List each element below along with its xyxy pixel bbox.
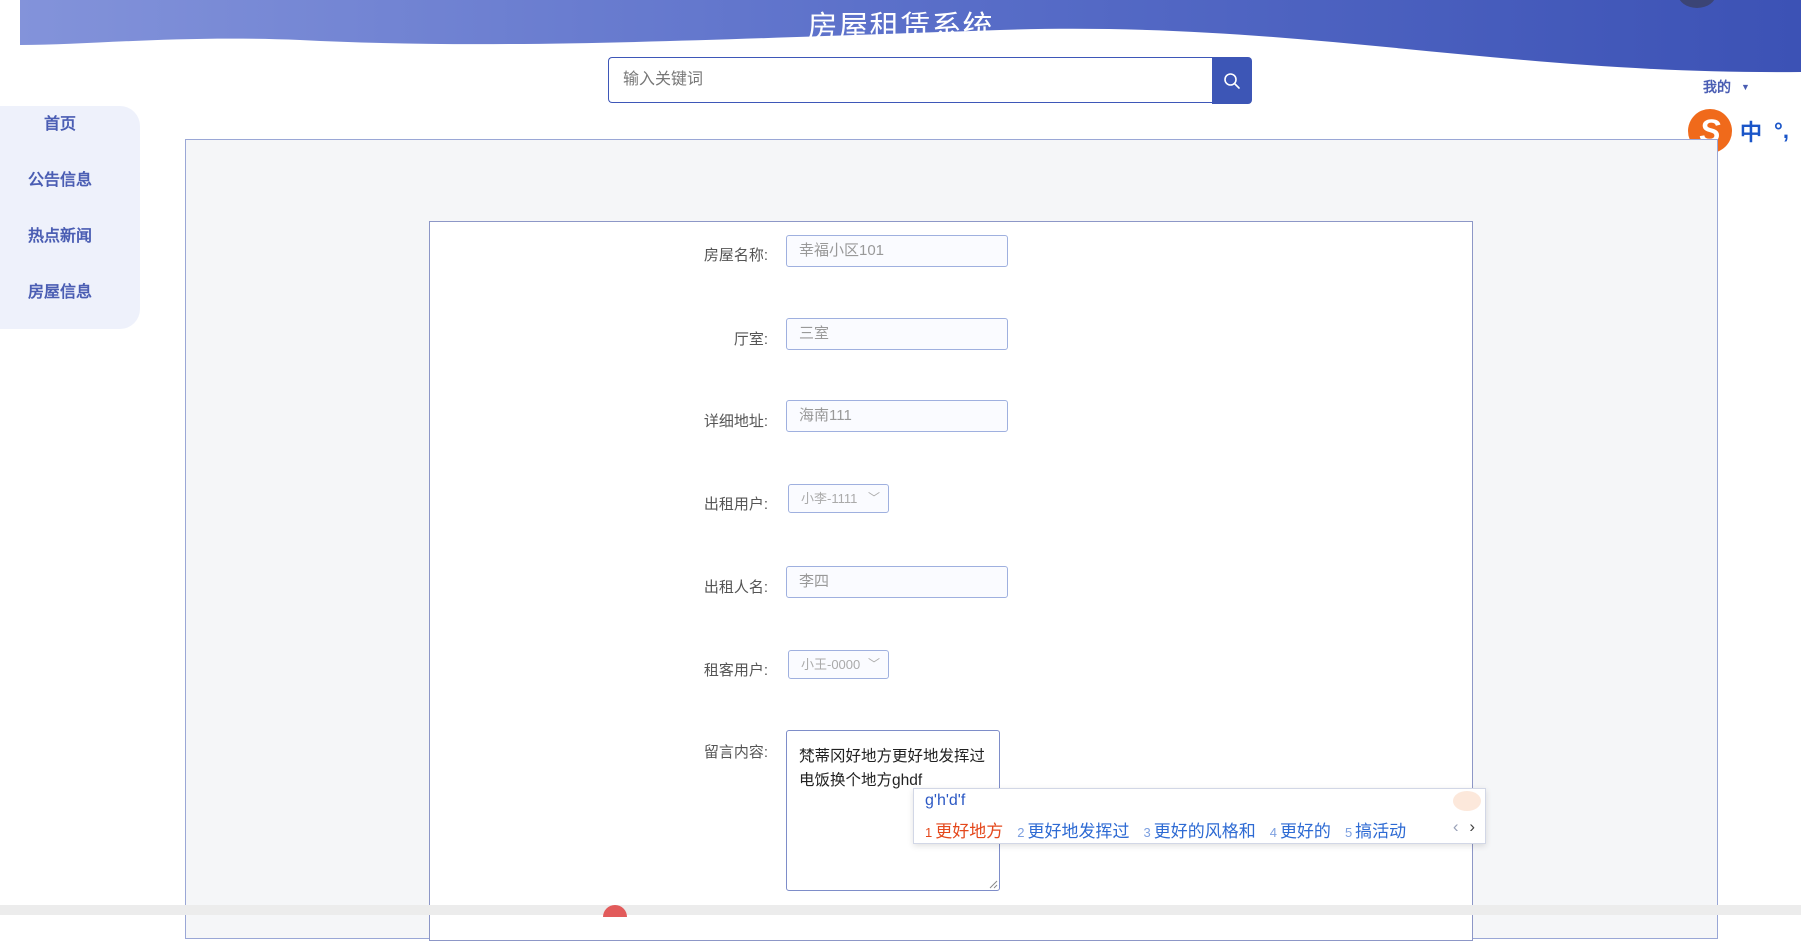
- message-text: 梵蒂冈好地方更好地发挥过电饭换个地方ghdf: [799, 748, 986, 789]
- tenant-user-label: 租客用户:: [703, 662, 768, 679]
- address-label: 详细地址:: [703, 413, 768, 430]
- landlord-user-label: 出租用户:: [703, 496, 768, 513]
- sidebar-item-news[interactable]: 热点新闻: [0, 222, 120, 246]
- ime-candidate[interactable]: 5 搞活动: [1345, 817, 1406, 842]
- ime-mode-indicator[interactable]: 中: [1740, 115, 1762, 147]
- sidebar-item-houses[interactable]: 房屋信息: [0, 278, 120, 302]
- rooms-field[interactable]: 三室: [786, 318, 1008, 350]
- ime-candidate[interactable]: 2 更好地发挥过: [1017, 817, 1129, 842]
- landlord-name-label: 出租人名:: [703, 579, 768, 596]
- message-label: 留言内容:: [703, 744, 768, 761]
- ime-page-nav: ‹ ›: [1453, 817, 1475, 837]
- landlord-user-select[interactable]: 小李-1111 ﹀: [788, 484, 889, 513]
- ime-candidate[interactable]: 1 更好地方: [925, 817, 1003, 842]
- landlord-user-value: 小李-1111: [801, 491, 858, 506]
- site-title: 房屋租赁系统: [807, 11, 994, 44]
- tenant-user-select[interactable]: 小王-0000 ﹀: [788, 650, 889, 679]
- ime-pinyin-composition: g'h'd'f: [925, 792, 966, 809]
- ime-candidate[interactable]: 3 更好的风格和: [1143, 817, 1255, 842]
- chevron-down-icon: ﹀: [867, 657, 880, 671]
- house-name-label: 房屋名称:: [703, 247, 768, 264]
- ime-candidate-window: g'h'd'f 1 更好地方 2 更好地发挥过 3 更好的风格和 4 更好的 5 搞活动 …: [913, 788, 1486, 844]
- sogou-watermark-icon: [1453, 791, 1481, 811]
- search-input[interactable]: [609, 70, 1212, 90]
- ime-punct-indicator[interactable]: °,: [1774, 118, 1789, 144]
- caret-down-icon: ▼: [1741, 82, 1750, 92]
- tenant-user-value: 小王-0000: [801, 657, 861, 672]
- search-icon: [1224, 72, 1240, 89]
- chevron-down-icon: ﹀: [867, 491, 880, 505]
- bottom-scroll-strip: [0, 905, 1801, 915]
- resize-grip-icon[interactable]: [989, 880, 998, 889]
- search-button[interactable]: [1212, 57, 1252, 104]
- house-name-field[interactable]: 幸福小区101: [786, 235, 1008, 267]
- user-menu-label: 我的: [1703, 79, 1731, 95]
- sidebar-item-home[interactable]: 首页: [0, 110, 120, 134]
- ime-candidate-list: 1 更好地方 2 更好地发挥过 3 更好的风格和 4 更好的 5 搞活动: [925, 817, 1420, 842]
- landlord-name-field[interactable]: 李四: [786, 566, 1008, 598]
- ime-candidate[interactable]: 4 更好的: [1270, 817, 1331, 842]
- ime-prev-page-button[interactable]: ‹: [1453, 817, 1459, 836]
- search-field[interactable]: [608, 57, 1212, 103]
- sidebar-item-notices[interactable]: 公告信息: [0, 166, 120, 190]
- user-menu[interactable]: 我的 ▼: [1703, 77, 1750, 97]
- rooms-label: 厅室:: [733, 331, 768, 348]
- sidebar: 首页 公告信息 热点新闻 房屋信息: [0, 106, 140, 329]
- ime-next-page-button[interactable]: ›: [1469, 817, 1475, 836]
- address-field[interactable]: 海南111: [786, 400, 1008, 432]
